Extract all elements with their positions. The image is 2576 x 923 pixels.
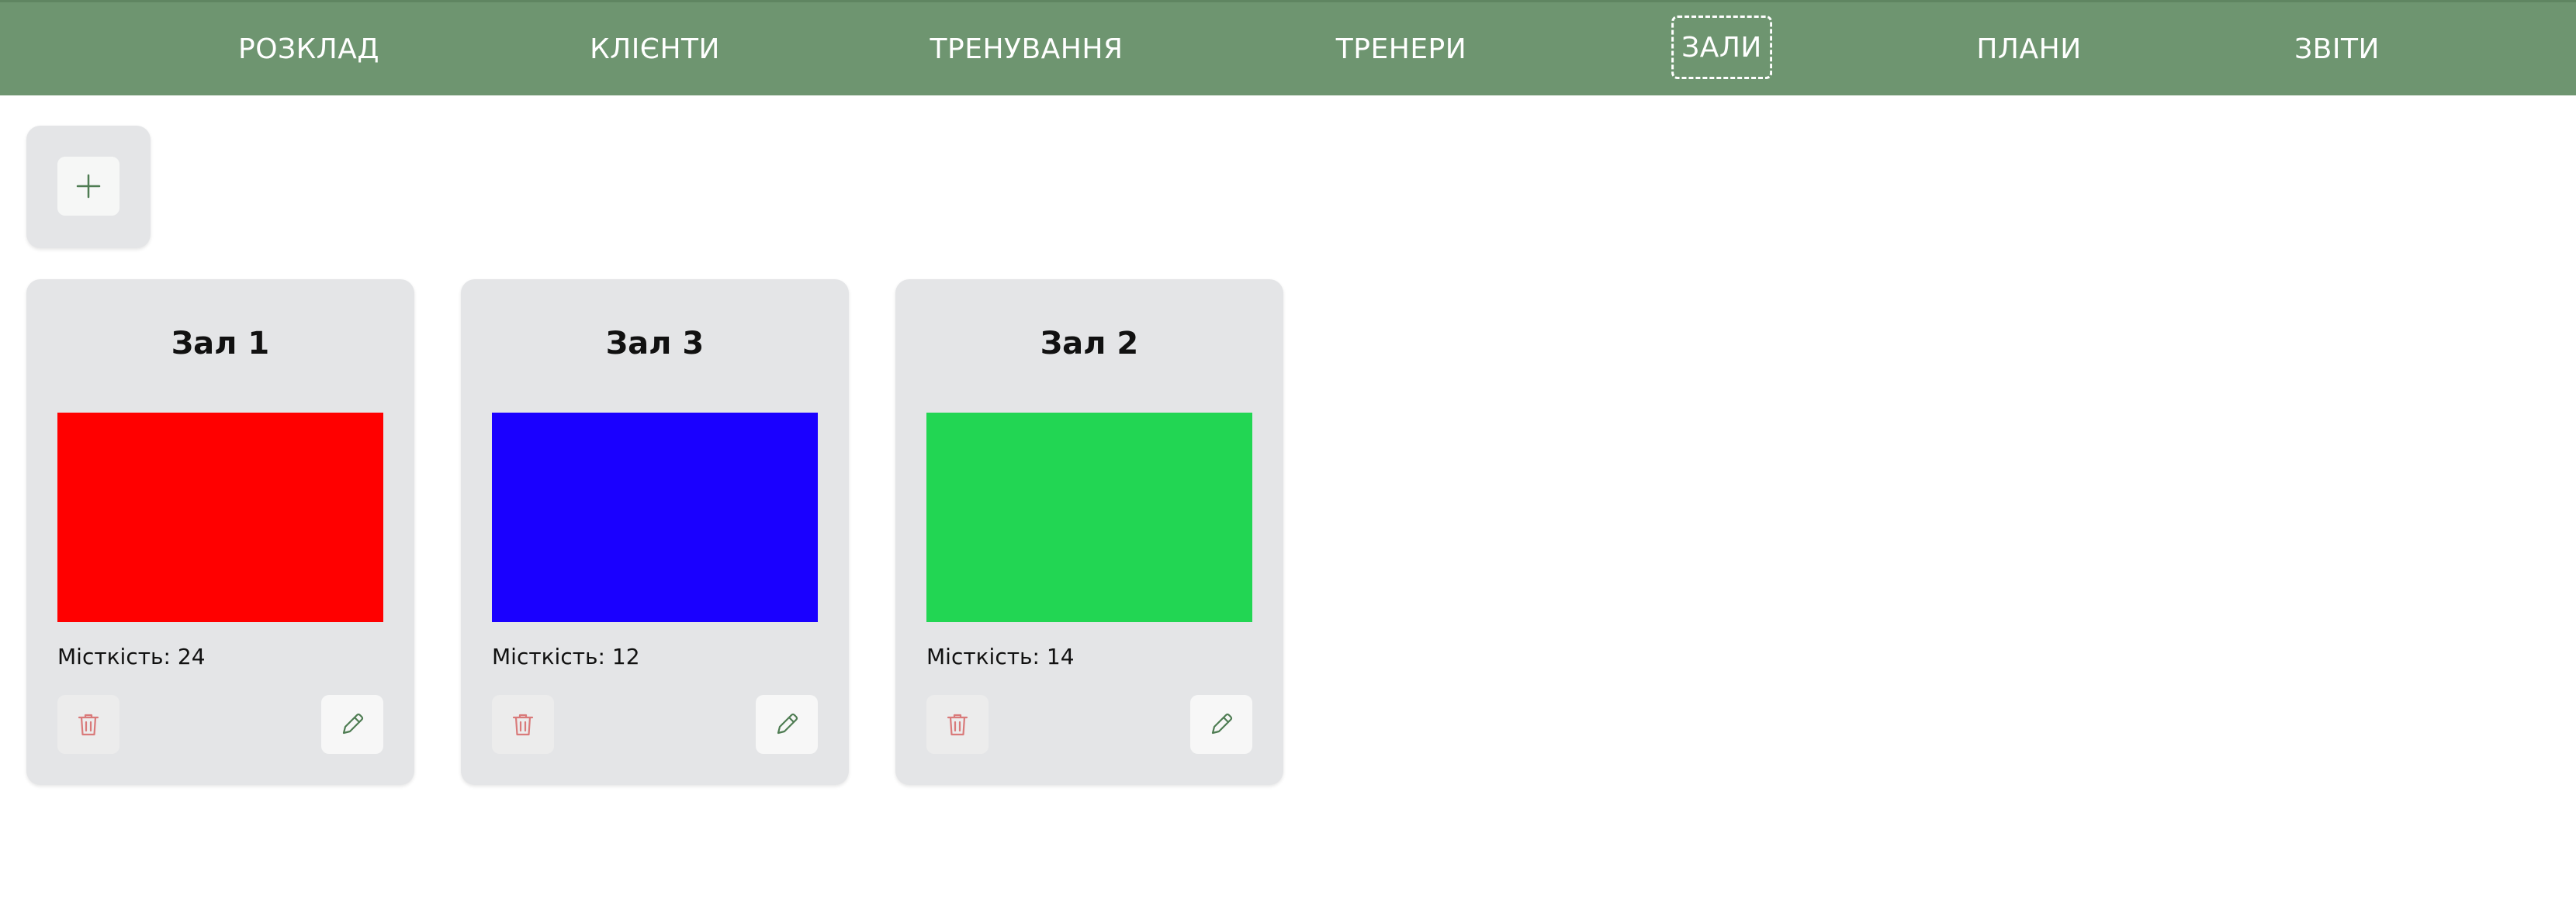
hall-name: Зал 3 bbox=[605, 326, 705, 361]
nav-item-trainings[interactable]: ТРЕНУВАННЯ bbox=[930, 2, 1124, 95]
nav-item-schedule[interactable]: РОЗКЛАД bbox=[238, 2, 379, 95]
add-hall-button[interactable] bbox=[57, 157, 119, 216]
hall-card: Зал 3 Місткість: 12 bbox=[461, 279, 849, 785]
hall-name: Зал 2 bbox=[1040, 326, 1139, 361]
pencil-icon bbox=[1211, 713, 1233, 735]
top-navigation: РОЗКЛАД КЛІЄНТИ ТРЕНУВАННЯ ТРЕНЕРИ ЗАЛИ … bbox=[0, 0, 2576, 95]
trash-icon bbox=[947, 714, 968, 736]
nav-item-plans[interactable]: ПЛАНИ bbox=[1976, 2, 2081, 95]
nav-item-reports[interactable]: ЗВІТИ bbox=[2294, 2, 2380, 95]
hall-card: Зал 2 Місткість: 14 bbox=[895, 279, 1283, 785]
add-hall-panel bbox=[26, 126, 151, 248]
hall-name: Зал 1 bbox=[171, 326, 270, 361]
hall-color-swatch bbox=[492, 413, 818, 622]
hall-card: Зал 1 Місткість: 24 bbox=[26, 279, 414, 785]
edit-hall-button[interactable] bbox=[321, 695, 383, 754]
delete-hall-button[interactable] bbox=[57, 695, 119, 754]
plus-icon bbox=[76, 174, 101, 199]
edit-hall-button[interactable] bbox=[756, 695, 818, 754]
hall-capacity: Місткість: 12 bbox=[492, 644, 640, 669]
hall-capacity: Місткість: 24 bbox=[57, 644, 206, 669]
hall-color-swatch bbox=[57, 413, 383, 622]
nav-item-clients[interactable]: КЛІЄНТИ bbox=[590, 2, 720, 95]
trash-icon bbox=[512, 714, 534, 736]
edit-hall-button[interactable] bbox=[1190, 695, 1252, 754]
nav-item-halls[interactable]: ЗАЛИ bbox=[1671, 16, 1772, 79]
delete-hall-button[interactable] bbox=[492, 695, 554, 754]
delete-hall-button[interactable] bbox=[926, 695, 989, 754]
hall-capacity: Місткість: 14 bbox=[926, 644, 1075, 669]
hall-color-swatch bbox=[926, 413, 1252, 622]
trash-icon bbox=[78, 714, 99, 736]
pencil-icon bbox=[342, 713, 364, 735]
pencil-icon bbox=[777, 713, 798, 735]
nav-item-trainers[interactable]: ТРЕНЕРИ bbox=[1336, 2, 1466, 95]
